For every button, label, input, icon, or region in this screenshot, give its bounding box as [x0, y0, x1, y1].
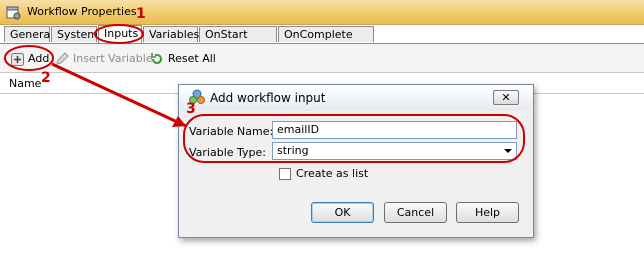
variable-type-select[interactable]: string	[272, 142, 517, 160]
column-header-name[interactable]: Name	[9, 77, 41, 90]
window-titlebar: Workflow Properties	[0, 0, 644, 25]
annotation-number-1: 1	[136, 6, 146, 22]
window-title: Workflow Properties	[27, 5, 137, 18]
tab-onstart-script[interactable]: OnStart Script	[199, 26, 277, 57]
insert-variable-label: Insert Variable	[73, 52, 153, 65]
reset-all-button[interactable]: Reset All	[150, 51, 216, 67]
pencil-icon	[56, 52, 69, 65]
tab-general[interactable]: General	[4, 26, 53, 42]
add-icon	[11, 52, 24, 66]
create-as-list-label[interactable]: Create as list	[296, 167, 368, 180]
tab-variables[interactable]: Variables	[143, 26, 199, 42]
dialog-titlebar: Add workflow input ✕	[179, 85, 533, 111]
variable-name-input[interactable]: emailID	[272, 121, 517, 139]
cancel-button[interactable]: Cancel	[384, 202, 447, 223]
dialog-close-button[interactable]: ✕	[493, 90, 519, 105]
help-button[interactable]: Help	[456, 202, 519, 223]
dialog-title: Add workflow input	[210, 91, 326, 105]
annotation-number-3: 3	[186, 101, 196, 117]
toolbar: Add Insert Variable Reset All	[0, 44, 644, 72]
add-button-label: Add	[28, 52, 50, 65]
add-button[interactable]: Add	[11, 51, 49, 67]
workflow-properties-icon	[6, 6, 21, 20]
reset-all-label: Reset All	[168, 52, 216, 65]
annotation-number-2: 2	[41, 70, 51, 86]
insert-variable-button[interactable]: Insert Variable	[55, 51, 153, 67]
tab-inputs[interactable]: Inputs	[98, 25, 142, 43]
ok-button[interactable]: OK	[311, 202, 374, 223]
variable-type-value: string	[277, 144, 309, 157]
tab-system[interactable]: System	[51, 26, 98, 42]
reset-icon	[151, 53, 162, 64]
add-workflow-input-dialog: Add workflow input ✕ Variable Name: emai…	[178, 84, 534, 238]
tab-oncomplete-script[interactable]: OnComplete Script	[278, 26, 374, 57]
variable-name-label: Variable Name:	[189, 125, 274, 138]
variable-type-label: Variable Type:	[189, 146, 267, 159]
chevron-down-icon[interactable]	[504, 149, 512, 153]
create-as-list-checkbox[interactable]	[279, 168, 291, 180]
